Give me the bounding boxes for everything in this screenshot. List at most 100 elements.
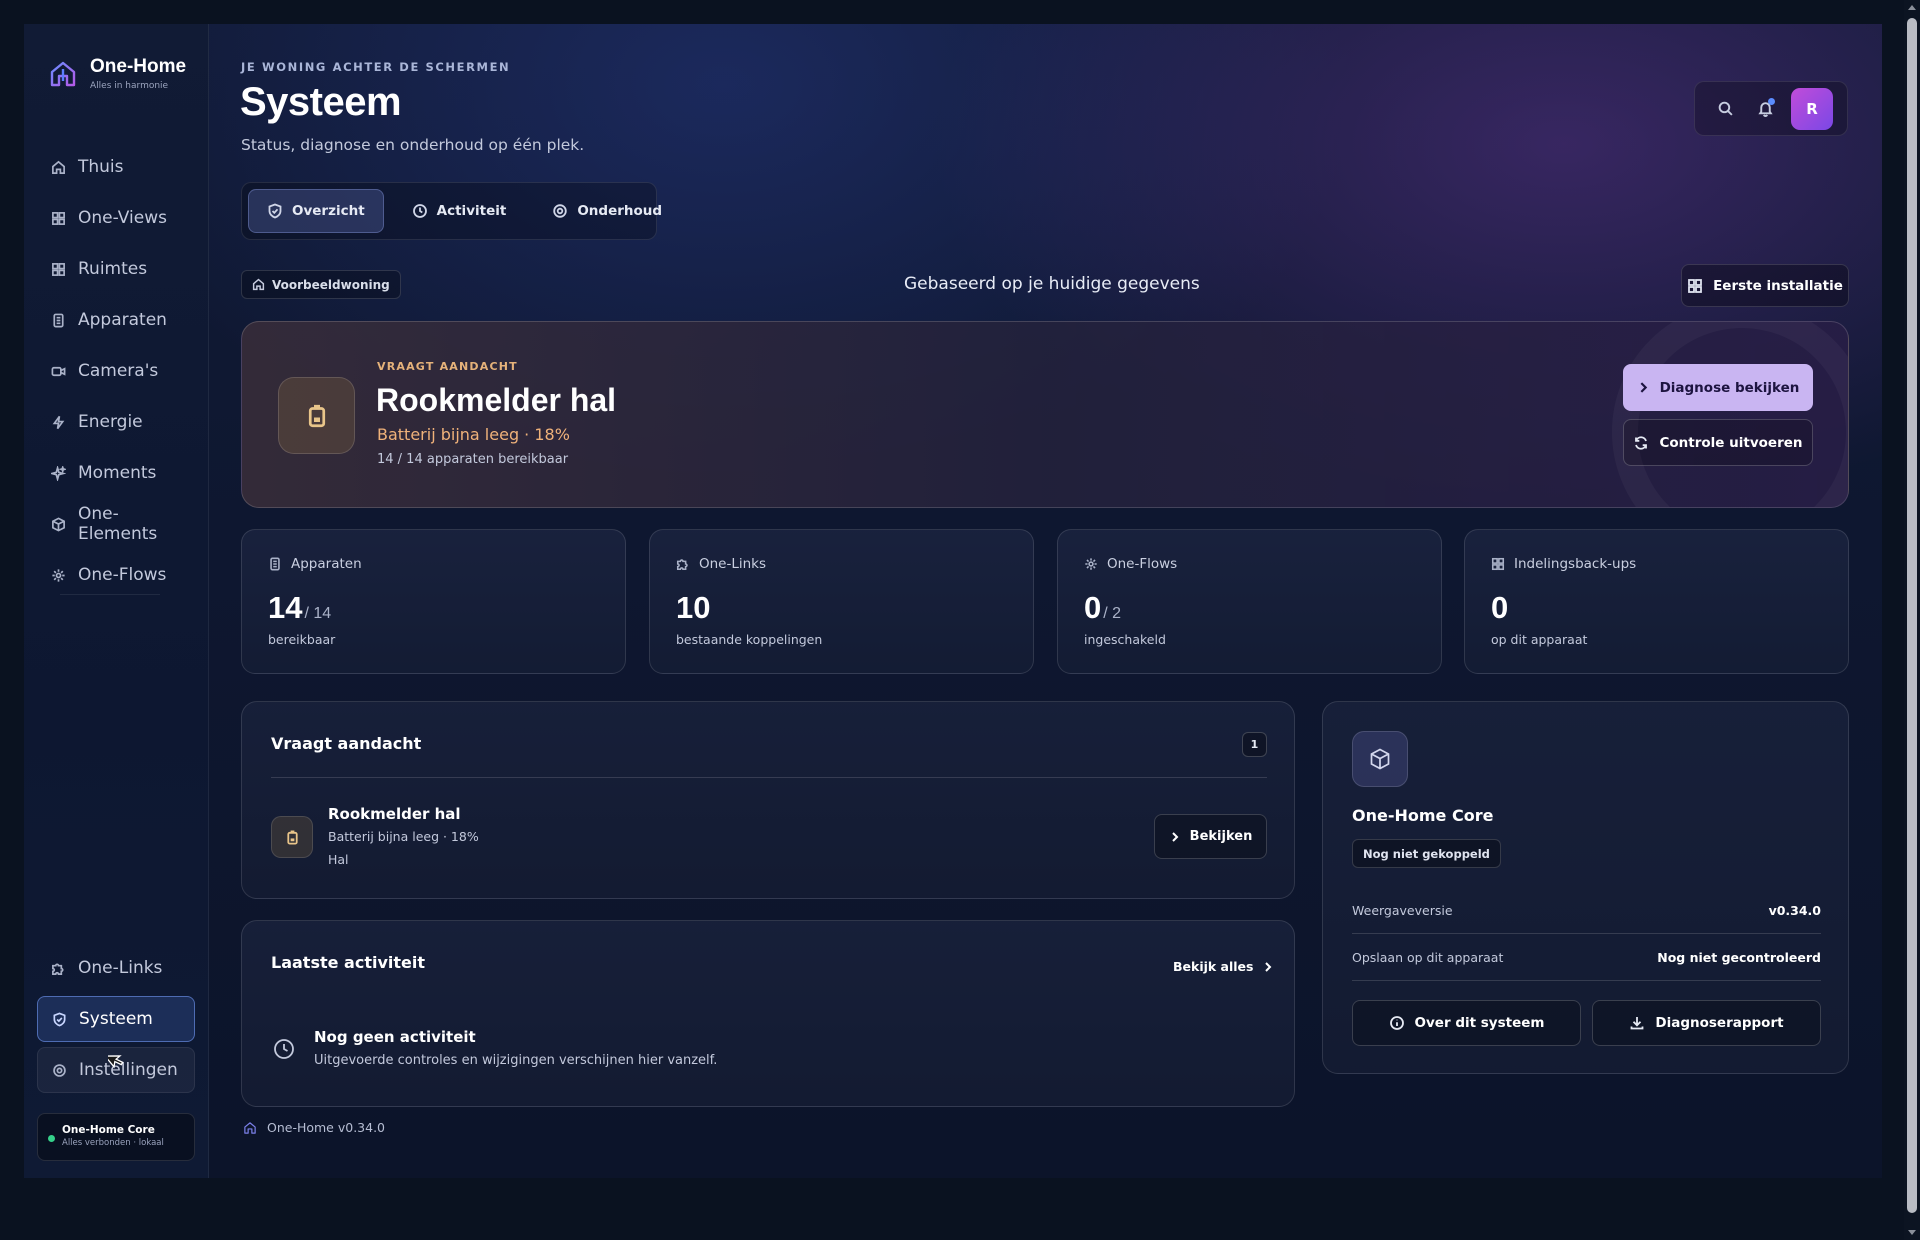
brand-name: One-Home xyxy=(90,56,187,77)
home-chip-label: Voorbeeldwoning xyxy=(272,277,390,292)
core-status-title: One-Home Core xyxy=(62,1124,155,1136)
recent-activity-card: Laatste activiteit Bekijk alles Nog geen… xyxy=(241,920,1295,1107)
diagnostic-report-button[interactable]: Diagnoserapport xyxy=(1592,1000,1821,1046)
sidebar-item-apparaten[interactable]: Apparaten xyxy=(37,297,195,343)
core-icon-tile xyxy=(1352,731,1408,787)
secondary-nav: One-Links Systeem Instellingen xyxy=(37,945,195,1098)
attention-count-badge: 1 xyxy=(1242,732,1267,757)
clock-icon xyxy=(412,204,427,218)
nav-divider xyxy=(60,594,160,595)
button-label: Controle uitvoeren xyxy=(1659,434,1803,451)
about-system-button[interactable]: Over dit systeem xyxy=(1352,1000,1581,1046)
tab-onderhoud[interactable]: Onderhoud xyxy=(534,189,680,233)
sidebar-item-label: One-Links xyxy=(78,958,163,978)
stat-card-apparaten[interactable]: Apparaten 14/ 14 bereikbaar xyxy=(241,529,626,674)
sidebar-item-label: One-Views xyxy=(78,208,167,228)
scroll-up-arrow-icon[interactable] xyxy=(1908,5,1916,10)
core-title: One-Home Core xyxy=(1352,806,1494,825)
shield-icon xyxy=(53,1012,66,1026)
tab-overzicht[interactable]: Overzicht xyxy=(248,189,384,233)
see-all-link[interactable]: Bekijk alles xyxy=(1173,959,1274,974)
activity-title: Laatste activiteit xyxy=(271,953,425,972)
sidebar-item-systeem[interactable]: Systeem xyxy=(37,996,195,1042)
gear-icon xyxy=(53,1063,66,1077)
hero-meta: 14 / 14 apparaten bereikbaar xyxy=(377,452,569,467)
sidebar-item-label: One-Elements xyxy=(78,504,158,544)
puzzle-icon xyxy=(676,559,688,571)
sidebar-item-ruimtes[interactable]: Ruimtes xyxy=(37,246,195,292)
gear-icon xyxy=(553,204,568,218)
attention-item-room: Hal xyxy=(328,852,349,867)
divider xyxy=(271,777,1267,778)
stat-number: 0 xyxy=(1491,590,1509,625)
puzzle-icon xyxy=(52,963,64,975)
smoke-detector-tile xyxy=(278,377,355,454)
chevron-right-icon xyxy=(1640,382,1647,393)
stat-label-text: Apparaten xyxy=(291,556,362,572)
stat-value: 0 xyxy=(1491,590,1510,626)
attention-item-name: Rookmelder hal xyxy=(328,805,461,823)
info-value: v0.34.0 xyxy=(1768,903,1821,918)
hero-kicker: VRAAGT AANDACHT xyxy=(377,360,518,373)
page-scrollbar[interactable] xyxy=(1904,0,1920,1240)
attention-title: Vraagt aandacht xyxy=(271,734,422,753)
stat-card-one-flows[interactable]: One-Flows 0/ 2 ingeschakeld xyxy=(1057,529,1442,674)
sparkle-icon xyxy=(51,465,66,481)
scroll-down-arrow-icon[interactable] xyxy=(1908,1230,1916,1235)
core-connection-status[interactable]: One-Home Core Alles verbonden · lokaal xyxy=(37,1113,195,1161)
view-diagnosis-button[interactable]: Diagnose bekijken xyxy=(1623,364,1813,411)
brand[interactable]: One-Home Alles in harmonie xyxy=(48,56,186,91)
page-subtitle: Status, diagnose en onderhoud op één ple… xyxy=(241,136,585,154)
sidebar-item-one-links[interactable]: One-Links xyxy=(37,945,195,991)
search-icon xyxy=(1718,101,1733,116)
notifications-button[interactable] xyxy=(1745,89,1785,129)
sidebar-item-thuis[interactable]: Thuis xyxy=(37,144,195,190)
device-icon xyxy=(270,557,280,571)
search-button[interactable] xyxy=(1705,89,1745,129)
first-install-button[interactable]: Eerste installatie xyxy=(1681,264,1849,307)
home-selector-chip[interactable]: Voorbeeldwoning xyxy=(241,270,401,299)
sidebar-item-cameras[interactable]: Camera's xyxy=(37,348,195,394)
sidebar-item-one-views[interactable]: One-Views xyxy=(37,195,195,241)
home-icon xyxy=(52,160,65,174)
mouse-cursor-icon xyxy=(108,1055,124,1069)
grid-icon xyxy=(52,262,65,276)
sidebar-item-one-flows[interactable]: One-Flows xyxy=(37,552,195,598)
sidebar-item-energie[interactable]: Energie xyxy=(37,399,195,445)
avatar[interactable]: R xyxy=(1791,87,1833,130)
core-card: One-Home Core Nog niet gekoppeld Weergav… xyxy=(1322,701,1849,1074)
stat-description: op dit apparaat xyxy=(1491,632,1588,647)
stat-value: 0/ 2 xyxy=(1084,590,1121,626)
stat-label: One-Flows xyxy=(1084,556,1177,572)
attention-card: Vraagt aandacht 1 Rookmelder hal Batteri… xyxy=(241,701,1295,899)
sidebar-item-label: One-Flows xyxy=(78,565,167,585)
button-label: Diagnoserapport xyxy=(1655,1015,1784,1031)
tab-label: Onderhoud xyxy=(577,203,663,219)
scrollbar-thumb[interactable] xyxy=(1907,18,1917,1213)
battery-icon xyxy=(286,830,298,844)
button-label: Diagnose bekijken xyxy=(1659,379,1800,396)
button-label: Bekijken xyxy=(1189,829,1253,844)
stat-card-indelingsback-ups[interactable]: Indelingsback-ups 0 op dit apparaat xyxy=(1464,529,1849,674)
sidebar-item-one-elements[interactable]: One-Elements xyxy=(37,501,195,547)
shield-icon xyxy=(268,203,282,219)
sidebar-item-moments[interactable]: Moments xyxy=(37,450,195,496)
flow-icon xyxy=(52,568,65,582)
view-item-button[interactable]: Bekijken xyxy=(1154,814,1267,859)
stat-label: One-Links xyxy=(676,556,766,572)
info-key: Opslaan op dit apparaat xyxy=(1352,950,1504,965)
sidebar-item-label: Apparaten xyxy=(78,310,167,330)
sidebar-item-label: Instellingen xyxy=(79,1060,178,1080)
chevron-right-icon xyxy=(1265,961,1272,972)
tab-activiteit[interactable]: Activiteit xyxy=(394,189,525,233)
run-check-button[interactable]: Controle uitvoeren xyxy=(1623,419,1813,466)
stat-description: bereikbaar xyxy=(268,632,336,647)
main-nav: Thuis One-Views Ruimtes Apparaten Camera… xyxy=(37,144,195,603)
activity-empty-title: Nog geen activiteit xyxy=(314,1028,476,1046)
attention-item-detail: Batterij bijna leeg · 18% xyxy=(328,829,479,844)
page-title: Systeem xyxy=(240,80,402,124)
stat-card-one-links[interactable]: One-Links 10 bestaande koppelingen xyxy=(649,529,1034,674)
sidebar-item-label: Camera's xyxy=(78,361,159,381)
stat-label: Indelingsback-ups xyxy=(1491,556,1636,572)
see-all-label: Bekijk alles xyxy=(1173,959,1254,974)
